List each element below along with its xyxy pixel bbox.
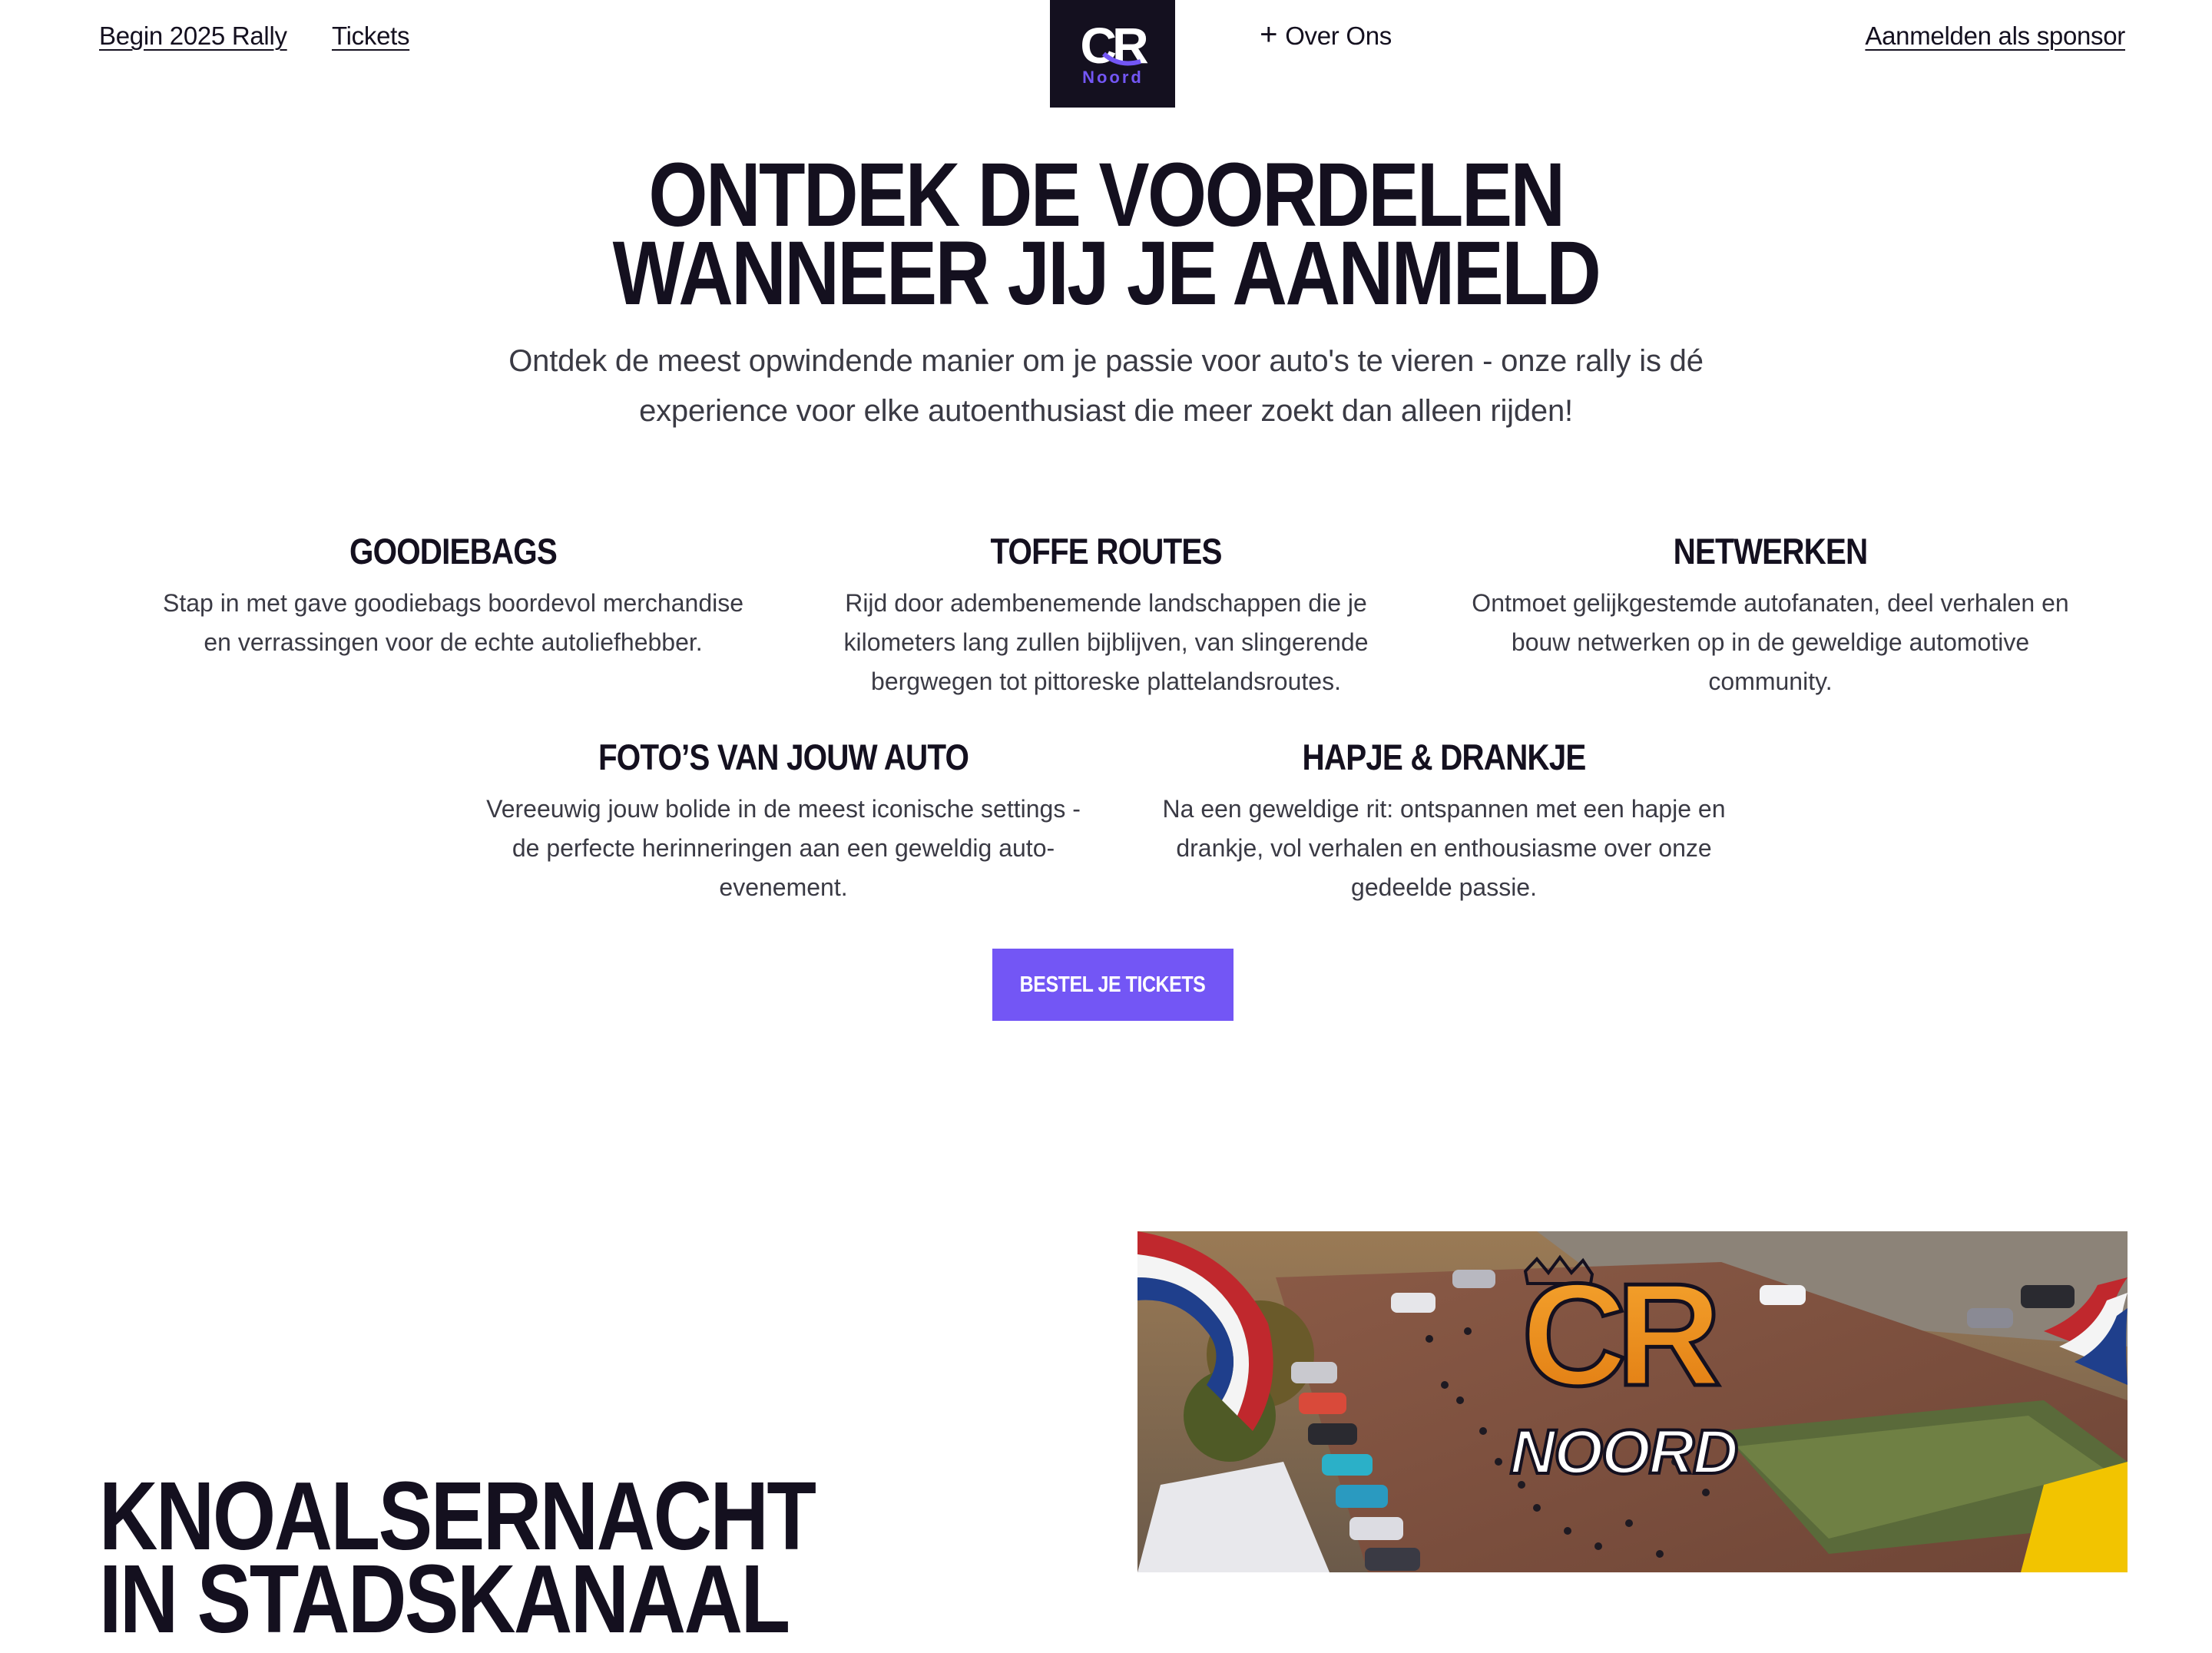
nav-over-ons-toggle[interactable]: + Over Ons <box>1260 17 1392 51</box>
hero-title-line-2: WANNEER JIJ JE AANMELD <box>612 223 1601 324</box>
feature-title: HAPJE & DRANKJE <box>1302 737 1587 777</box>
site-logo[interactable]: CR Noord <box>1050 0 1175 108</box>
plus-icon: + <box>1260 17 1278 51</box>
feature-text: Ontmoet gelijkgestemde autofanaten, deel… <box>1472 589 2069 695</box>
nav-link-tickets[interactable]: Tickets <box>332 22 409 51</box>
feature-title: TOFFE ROUTES <box>990 531 1222 571</box>
feature-title: NETWERKEN <box>1673 531 1869 571</box>
order-tickets-button[interactable]: BESTEL JE TICKETS <box>992 949 1233 1021</box>
overlay-logo-text: CR <box>1522 1254 1719 1416</box>
event-title: KNOALSERNACHT IN STADSKANAAL <box>99 1468 951 1653</box>
feature-text: Na een geweldige rit: ontspannen met een… <box>1162 795 1726 901</box>
event-title-line-2: IN STADSKANAAL <box>99 1545 790 1653</box>
feature-hapje-drankje: HAPJE & DRANKJE Na een geweldige rit: on… <box>1144 737 1743 907</box>
feature-toffe-routes: TOFFE ROUTES Rijd door adembenemende lan… <box>830 532 1382 701</box>
logo-text: CR <box>1080 17 1148 74</box>
overlay-logo-subtext: NOORD <box>1510 1417 1737 1487</box>
feature-text: Vereeuwig jouw bolide in de meest iconis… <box>486 795 1081 901</box>
feature-goodiebags: GOODIEBAGS Stap in met gave goodiebags b… <box>146 532 760 662</box>
cr-noord-overlay-logo-icon: CR NOORD <box>1508 1252 1740 1489</box>
feature-netwerken: NETWERKEN Ontmoet gelijkgestemde autofan… <box>1467 532 2074 701</box>
aerial-car-meet-image: CR NOORD <box>1137 1231 2128 1572</box>
feature-text: Rijd door adembenemende landschappen die… <box>843 589 1369 695</box>
feature-title: FOTO’S VAN JOUW AUTO <box>598 737 969 777</box>
feature-text: Stap in met gave goodiebags boordevol me… <box>162 589 744 656</box>
feature-fotos-van-jouw-auto: FOTO’S VAN JOUW AUTO Vereeuwig jouw boli… <box>476 737 1091 907</box>
hero-subtitle: Ontdek de meest opwindende manier om je … <box>508 344 1704 428</box>
nav-link-aanmelden-sponsor[interactable]: Aanmelden als sponsor <box>1865 22 2125 51</box>
order-tickets-label: BESTEL JE TICKETS <box>1020 972 1206 997</box>
nav-link-begin-2025-rally[interactable]: Begin 2025 Rally <box>99 22 287 51</box>
event-photo: CR NOORD <box>1137 1231 2128 1572</box>
nav-over-ons-label: Over Ons <box>1285 22 1392 50</box>
feature-title: GOODIEBAGS <box>349 531 558 571</box>
hero-title: ONTDEK DE VOORDELEN WANNEER JIJ JE AANME… <box>0 150 2212 324</box>
logo-subtext: Noord <box>1082 68 1144 87</box>
cr-noord-logo-icon: CR Noord <box>1080 17 1153 87</box>
